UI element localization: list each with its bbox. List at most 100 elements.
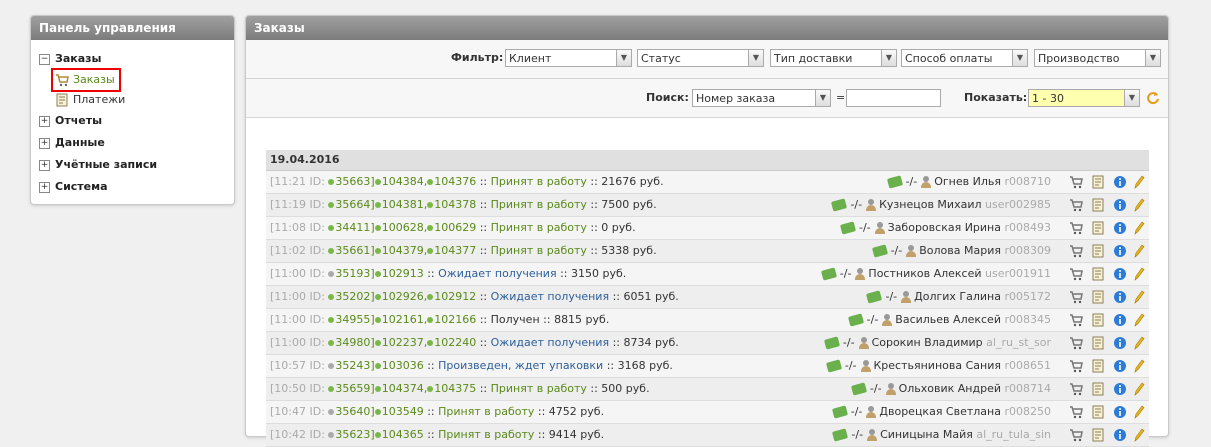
invoice-icon[interactable] [1091,244,1105,258]
nav-group-orders[interactable]: − Заказы [39,48,234,70]
cart-icon[interactable] [1069,290,1083,304]
invoice-icon[interactable] [1091,267,1105,281]
order-number-link[interactable]: 104379, [382,244,428,257]
cart-icon[interactable] [1069,313,1083,327]
order-row[interactable]: [10:50 ID: 35659] 104374, 104375 :: Принят… [266,378,1149,401]
order-id-link[interactable]: 35243] [335,359,374,372]
order-row[interactable]: [11:19 ID: 35664] 104381, 104378 :: Принят… [266,194,1149,217]
info-icon[interactable] [1113,198,1127,212]
collapse-icon[interactable]: − [39,53,50,65]
status-select[interactable]: Статус ▼ [637,49,764,67]
refresh-icon[interactable] [1146,91,1160,105]
client-select[interactable]: Клиент ▼ [505,49,632,67]
order-number-link[interactable]: 102912 [434,290,476,303]
search-input[interactable] [846,89,941,107]
info-icon[interactable] [1113,313,1127,327]
order-number-link[interactable]: 102166 [434,313,476,326]
info-icon[interactable] [1113,382,1127,396]
pencil-icon[interactable] [1131,175,1145,189]
order-id-link[interactable]: 35193] [335,267,374,280]
delivery-type-select[interactable]: Тип доставки ▼ [770,49,897,67]
order-id-link[interactable]: 35640] [335,405,374,418]
invoice-icon[interactable] [1091,198,1105,212]
order-row[interactable]: [11:00 ID: 35193] 102913 :: Ожидает получ… [266,263,1149,286]
invoice-icon[interactable] [1091,221,1105,235]
order-row[interactable]: [11:21 ID: 35663] 104384, 104376 :: Принят… [266,171,1149,194]
order-number-link[interactable]: 104378 [434,198,476,211]
order-row[interactable]: [11:00 ID: 35202] 102926, 102912 :: Ожидае… [266,286,1149,309]
order-number-link[interactable]: 103036 [382,359,424,372]
nav-group-system[interactable]: + Система [39,176,234,198]
cart-icon[interactable] [1069,382,1083,396]
info-icon[interactable] [1113,290,1127,304]
order-number-link[interactable]: 102913 [382,267,424,280]
order-number-link[interactable]: 104377 [434,244,476,257]
pencil-icon[interactable] [1131,405,1145,419]
pencil-icon[interactable] [1131,382,1145,396]
expand-icon[interactable]: + [39,137,50,149]
payment-method-select[interactable]: Способ оплаты ▼ [901,49,1028,67]
invoice-icon[interactable] [1091,290,1105,304]
order-id-link[interactable]: 35623] [335,428,374,441]
order-number-link[interactable]: 104374, [382,382,428,395]
cart-icon[interactable] [1069,175,1083,189]
info-icon[interactable] [1113,267,1127,281]
search-field-select[interactable]: Номер заказа ▼ [692,89,831,107]
pencil-icon[interactable] [1131,313,1145,327]
info-icon[interactable] [1113,405,1127,419]
production-select[interactable]: Производство ▼ [1034,49,1161,67]
pencil-icon[interactable] [1131,267,1145,281]
pencil-icon[interactable] [1131,221,1145,235]
order-number-link[interactable]: 102237, [382,336,428,349]
order-number-link[interactable]: 100629 [434,221,476,234]
info-icon[interactable] [1113,175,1127,189]
invoice-icon[interactable] [1091,359,1105,373]
order-id-link[interactable]: 35202] [335,290,374,303]
order-number-link[interactable]: 104381, [382,198,428,211]
cart-icon[interactable] [1069,428,1083,442]
order-id-link[interactable]: 35659] [335,382,374,395]
order-number-link[interactable]: 102240 [434,336,476,349]
order-id-link[interactable]: 35664] [335,198,374,211]
order-id-link[interactable]: 35661] [335,244,374,257]
cart-icon[interactable] [1069,244,1083,258]
invoice-icon[interactable] [1091,405,1105,419]
order-id-link[interactable]: 35663] [335,175,374,188]
pencil-icon[interactable] [1131,359,1145,373]
order-number-link[interactable]: 104375 [434,382,476,395]
invoice-icon[interactable] [1091,382,1105,396]
order-row[interactable]: [10:42 ID: 35623] 104365 :: Принят в рабо… [266,424,1149,447]
invoice-icon[interactable] [1091,313,1105,327]
nav-group-reports[interactable]: + Отчеты [39,110,234,132]
order-row[interactable]: [11:02 ID: 35661] 104379, 104377 :: Принят… [266,240,1149,263]
info-icon[interactable] [1113,359,1127,373]
order-id-link[interactable]: 34955] [335,313,374,326]
order-number-link[interactable]: 100628, [382,221,428,234]
invoice-icon[interactable] [1091,428,1105,442]
order-number-link[interactable]: 102926, [382,290,428,303]
invoice-icon[interactable] [1091,336,1105,350]
info-icon[interactable] [1113,244,1127,258]
pencil-icon[interactable] [1131,198,1145,212]
cart-icon[interactable] [1069,336,1083,350]
order-id-link[interactable]: 34411] [335,221,374,234]
order-number-link[interactable]: 104376 [434,175,476,188]
info-icon[interactable] [1113,428,1127,442]
cart-icon[interactable] [1069,359,1083,373]
pencil-icon[interactable] [1131,290,1145,304]
order-number-link[interactable]: 103549 [382,405,424,418]
order-row[interactable]: [11:00 ID: 34980] 102237, 102240 :: Ожидае… [266,332,1149,355]
nav-item-orders[interactable]: Заказы [39,68,234,92]
order-number-link[interactable]: 104365 [382,428,424,441]
page-range-select[interactable]: 1 - 30 ▼ [1028,89,1140,107]
cart-icon[interactable] [1069,198,1083,212]
expand-icon[interactable]: + [39,159,50,171]
nav-group-accounts[interactable]: + Учётные записи [39,154,234,176]
pencil-icon[interactable] [1131,336,1145,350]
info-icon[interactable] [1113,336,1127,350]
pencil-icon[interactable] [1131,428,1145,442]
pencil-icon[interactable] [1131,244,1145,258]
order-number-link[interactable]: 102161, [382,313,428,326]
nav-item-payments[interactable]: Платежи [39,90,234,110]
info-icon[interactable] [1113,221,1127,235]
